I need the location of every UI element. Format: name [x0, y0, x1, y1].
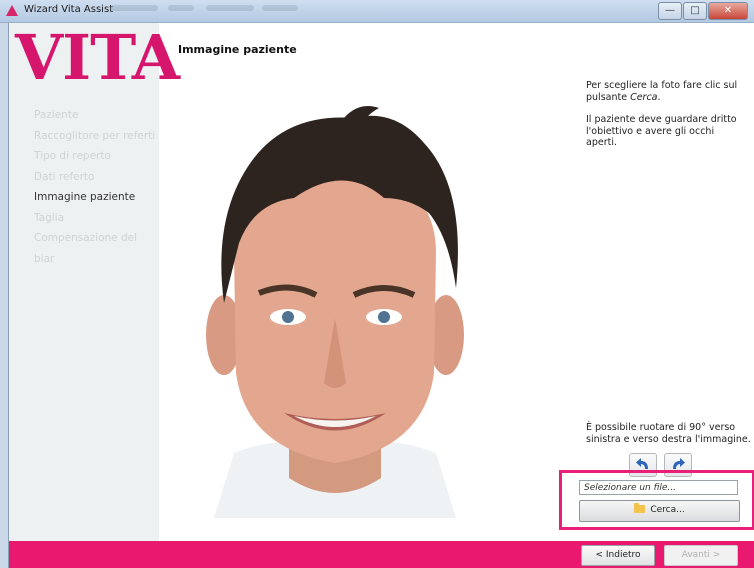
window-title: Wizard Vita Assist — [24, 4, 114, 15]
close-button[interactable]: ✕ — [708, 2, 748, 20]
file-path-input[interactable]: Selezionare un file... — [579, 480, 738, 495]
step-taglia: Taglia — [34, 211, 65, 224]
back-button[interactable]: < Indietro — [581, 545, 655, 566]
patient-photo — [206, 105, 464, 518]
title-bar: Wizard Vita Assist — □ ✕ — [0, 0, 754, 23]
browse-button[interactable]: Cerca... — [579, 500, 740, 522]
app-logo-icon — [6, 5, 18, 16]
vita-logo: VITA — [15, 21, 180, 94]
rotate-hint: È possibile ruotare di 90° verso sinistr… — [586, 422, 751, 445]
instruction-end: . — [657, 91, 661, 103]
step-raccoglitore: Raccoglitore per referti — [34, 129, 156, 142]
instructions: Per scegliere la foto fare clic sul puls… — [586, 80, 746, 160]
folder-icon — [634, 503, 646, 513]
rotate-left-icon — [636, 458, 648, 469]
step-dati-referto: Dati referto — [34, 170, 95, 183]
wizard-window: VITA Paziente Raccoglitore per referti T… — [8, 23, 754, 568]
minimize-button[interactable]: — — [658, 2, 682, 20]
wizard-steps: Paziente Raccoglitore per referti Tipo d… — [34, 105, 159, 269]
taskbar-ghost — [110, 5, 158, 11]
taskbar-ghost — [262, 5, 298, 11]
step-compensazione: Compensazione del biar — [34, 232, 138, 265]
maximize-button[interactable]: □ — [683, 2, 707, 20]
step-tipo-reperto: Tipo di reperto — [34, 150, 111, 162]
next-button[interactable]: Avanti > — [664, 545, 738, 566]
instruction-emphasis: Cerca — [630, 91, 658, 103]
step-paziente: Paziente — [34, 109, 79, 121]
taskbar-ghost — [168, 5, 194, 11]
step-immagine-paziente: Immagine paziente — [34, 191, 136, 203]
instruction-select-photo: Per scegliere la foto fare clic sul puls… — [586, 80, 746, 103]
rotate-right-icon — [673, 458, 685, 469]
taskbar-ghost — [206, 5, 254, 11]
browse-button-label: Cerca... — [650, 505, 685, 515]
sidebar: VITA Paziente Raccoglitore per referti T… — [9, 23, 180, 541]
page-title: Immagine paziente — [178, 43, 297, 56]
instruction-patient-pose: Il paziente deve guardare dritto l'obiet… — [586, 114, 737, 148]
instruction-text: Per scegliere la foto fare clic sul puls… — [586, 80, 738, 103]
